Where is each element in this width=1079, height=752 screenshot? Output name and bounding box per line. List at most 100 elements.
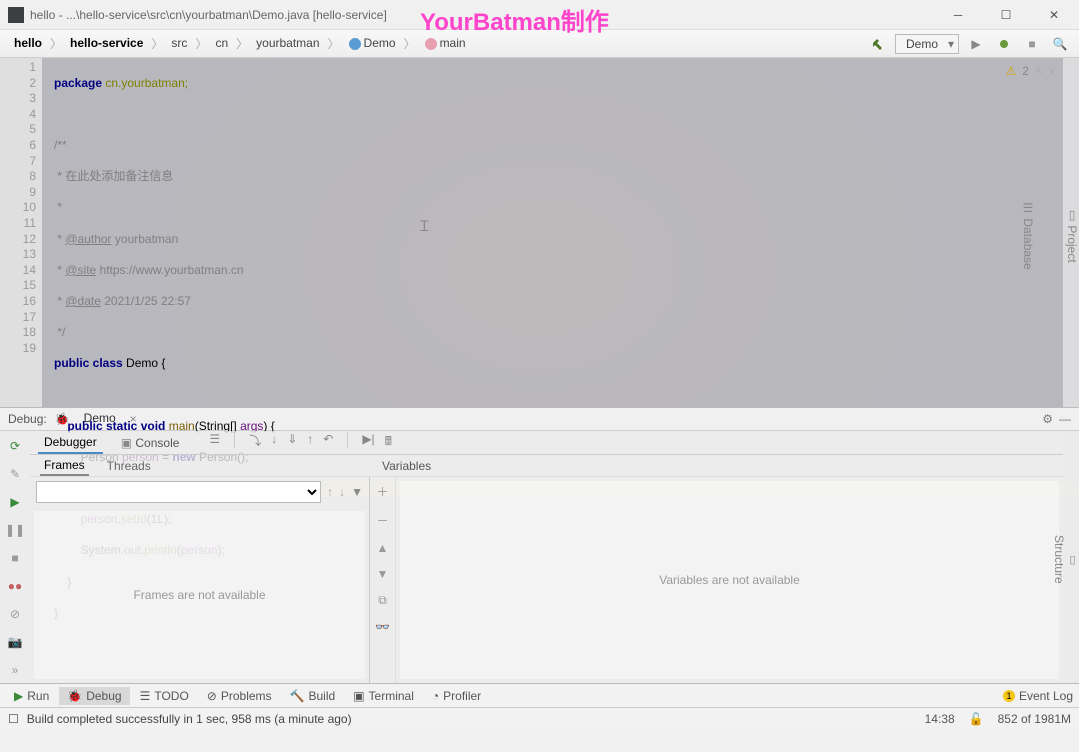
memory-indicator[interactable]: 852 of 1981M — [998, 712, 1071, 726]
debug-subtabs: Frames Threads Variables — [30, 455, 1063, 477]
status-bar: ☐ Build completed successfully in 1 sec,… — [0, 707, 1079, 729]
chevron-right-icon: 〉 — [328, 35, 340, 52]
breadcrumb-item[interactable]: hello-service — [64, 34, 149, 52]
close-button[interactable]: ✕ — [1031, 1, 1077, 29]
console-tab[interactable]: ▣ Console — [115, 433, 186, 453]
chevron-right-icon: 〉 — [404, 35, 416, 52]
force-step-icon[interactable]: ⇓ — [287, 432, 297, 453]
up-icon[interactable]: ▲ — [377, 541, 389, 555]
debug-tab-btn[interactable]: 🐞Debug — [59, 687, 129, 705]
lock-icon[interactable]: 🔓 — [969, 712, 984, 726]
debug-label: Debug: — [8, 412, 47, 426]
build-button[interactable] — [867, 33, 889, 55]
variables-toolbar: ＋ － ▲ ▼ ⧉ 👓 — [370, 477, 396, 683]
copy-icon[interactable]: ⧉ — [378, 593, 387, 608]
class-icon — [348, 37, 362, 51]
camera-icon[interactable]: 📷 — [8, 635, 23, 649]
pause-icon[interactable]: ❚❚ — [5, 523, 25, 537]
glasses-icon[interactable]: 👓 — [375, 620, 390, 634]
chevron-right-icon: 〉 — [151, 35, 163, 52]
status-icon[interactable]: ☐ — [8, 712, 19, 726]
minimize-button[interactable]: ─ — [935, 1, 981, 29]
window-title: hello - ...\hello-service\src\cn\yourbat… — [30, 8, 935, 22]
drop-frame-icon[interactable]: ↶ — [323, 432, 333, 453]
breadcrumb-item[interactable]: src — [165, 34, 193, 52]
status-time: 14:38 — [925, 712, 955, 726]
problems-tab[interactable]: ⊘Problems — [199, 687, 280, 705]
breadcrumb-item[interactable]: hello — [8, 34, 48, 52]
debug-button[interactable] — [993, 33, 1015, 55]
right-tool-strip: ▯ Project ☰ Database — [1063, 58, 1079, 407]
warning-count: 2 — [1022, 64, 1029, 78]
chevron-right-icon: 〉 — [236, 35, 248, 52]
variables-empty-msg: Variables are not available — [400, 481, 1059, 679]
threads-tab[interactable]: Threads — [103, 457, 155, 475]
mute-breakpoints-icon[interactable]: ⊘ — [10, 607, 20, 621]
breadcrumb-item[interactable]: cn — [209, 34, 234, 52]
status-message: Build completed successfully in 1 sec, 9… — [27, 712, 352, 726]
todo-tab[interactable]: ☰TODO — [132, 687, 197, 705]
prev-frame-icon[interactable]: ↑ — [327, 485, 333, 499]
step-into-icon[interactable]: ↓ — [271, 432, 277, 453]
toolbar-right: Demo ▶ ■ 🔍 — [867, 33, 1071, 55]
gutter[interactable]: 123456789 10▸ 11 12▸ 13141516171819 — [0, 58, 42, 407]
app-icon — [8, 7, 24, 23]
terminal-tab[interactable]: ▣Terminal — [345, 687, 422, 705]
warning-icon: ⚠ — [1006, 64, 1017, 78]
profiler-tab[interactable]: ◔Profiler — [424, 687, 489, 705]
stop-icon[interactable]: ■ — [11, 551, 18, 565]
build-tab[interactable]: 🔨Build — [282, 687, 344, 705]
inspection-widget[interactable]: ⚠ 2 ˄ ˅ — [1006, 64, 1055, 78]
debug-tabs: Debugger ▣ Console ☰ ⤵ ↓ ⇓ ↑ ↶ ▶| 🖩 — [30, 431, 1063, 455]
next-frame-icon[interactable]: ↓ — [339, 485, 345, 499]
breadcrumb-item[interactable]: Demo — [342, 34, 402, 53]
run-tab[interactable]: ▶Run — [6, 687, 57, 705]
frames-empty-msg: Frames are not available — [34, 511, 365, 679]
resume-icon[interactable]: ▶ — [10, 495, 19, 509]
new-watch-icon[interactable]: ＋ — [376, 483, 388, 500]
debug-toolwindow: ⟳ ✎ ▶ ❚❚ ■ ●● ⊘ 📷 » Debugger ▣ Console ☰… — [0, 431, 1079, 683]
filter-icon[interactable]: ▼ — [351, 485, 363, 499]
run-button[interactable]: ▶ — [965, 33, 987, 55]
down-icon[interactable]: ▼ — [377, 567, 389, 581]
project-tool-button[interactable]: ▯ Project — [1065, 208, 1079, 263]
chevron-right-icon: 〉 — [50, 35, 62, 52]
debugger-tab[interactable]: Debugger — [38, 432, 103, 454]
breadcrumb-item[interactable]: main — [418, 34, 472, 53]
collapse-icon[interactable]: ˅ — [1048, 64, 1055, 78]
breadcrumb: hello〉 hello-service〉 src〉 cn〉 yourbatma… — [8, 34, 867, 53]
modify-run-icon[interactable]: ✎ — [10, 467, 20, 481]
variables-label: Variables — [382, 459, 431, 473]
view-breakpoint-icon[interactable]: ●● — [8, 579, 23, 593]
breadcrumb-item[interactable]: yourbatman — [250, 34, 325, 52]
notification-badge-icon: 1 — [1003, 690, 1015, 702]
code-editor[interactable]: package cn.yourbatman; /** * 在此处添加备注信息 *… — [42, 58, 1079, 407]
rerun-icon[interactable]: ⟳ — [10, 439, 20, 453]
navigation-bar: hello〉 hello-service〉 src〉 cn〉 yourbatma… — [0, 30, 1079, 58]
run-config-dropdown[interactable]: Demo — [895, 34, 959, 54]
frames-panel: ↑ ↓ ▼ Frames are not available — [30, 477, 370, 683]
variables-panel: ＋ － ▲ ▼ ⧉ 👓 Variables are not available — [370, 477, 1063, 683]
thread-dropdown[interactable] — [36, 481, 321, 503]
event-log-button[interactable]: 1 Event Log — [1003, 689, 1073, 703]
expand-icon[interactable]: ˄ — [1035, 64, 1042, 78]
right-strip-structure[interactable]: ▯ Structure — [1063, 431, 1079, 683]
bottom-toolbar: ▶Run 🐞Debug ☰TODO ⊘Problems 🔨Build ▣Term… — [0, 683, 1079, 707]
method-icon — [424, 37, 438, 51]
step-out-icon[interactable]: ↑ — [307, 432, 313, 453]
step-over-icon[interactable]: ⤵ — [249, 432, 261, 453]
layout-icon[interactable]: ☰ — [209, 432, 220, 453]
remove-watch-icon[interactable]: － — [376, 512, 388, 529]
search-button[interactable]: 🔍 — [1049, 33, 1071, 55]
more-icon[interactable]: » — [12, 663, 19, 677]
stop-button[interactable]: ■ — [1021, 33, 1043, 55]
evaluate-icon[interactable]: 🖩 — [385, 432, 392, 453]
debug-left-toolbar: ⟳ ✎ ▶ ❚❚ ■ ●● ⊘ 📷 » — [0, 431, 30, 683]
frames-tab[interactable]: Frames — [40, 456, 89, 476]
titlebar: hello - ...\hello-service\src\cn\yourbat… — [0, 0, 1079, 30]
database-tool-button[interactable]: ☰ Database — [1021, 201, 1035, 270]
run-to-cursor-icon[interactable]: ▶| — [362, 432, 374, 453]
editor-area: 123456789 10▸ 11 12▸ 13141516171819 pack… — [0, 58, 1079, 407]
chevron-right-icon: 〉 — [195, 35, 207, 52]
maximize-button[interactable]: ☐ — [983, 1, 1029, 29]
